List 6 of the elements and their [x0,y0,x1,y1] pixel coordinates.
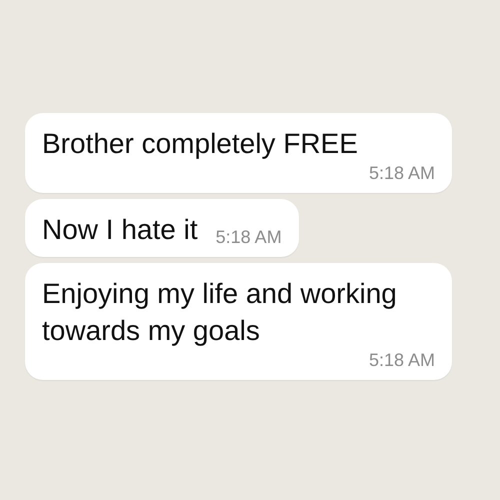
message-text: Now I hate it [42,213,198,247]
message-time: 5:18 AM [368,162,435,184]
message-text: Brother completely FREE [42,127,358,161]
message-time: 5:18 AM [216,226,282,248]
message-text: Enjoying my life and working towards my goals [42,277,398,348]
message-time: 5:18 AM [368,349,435,371]
